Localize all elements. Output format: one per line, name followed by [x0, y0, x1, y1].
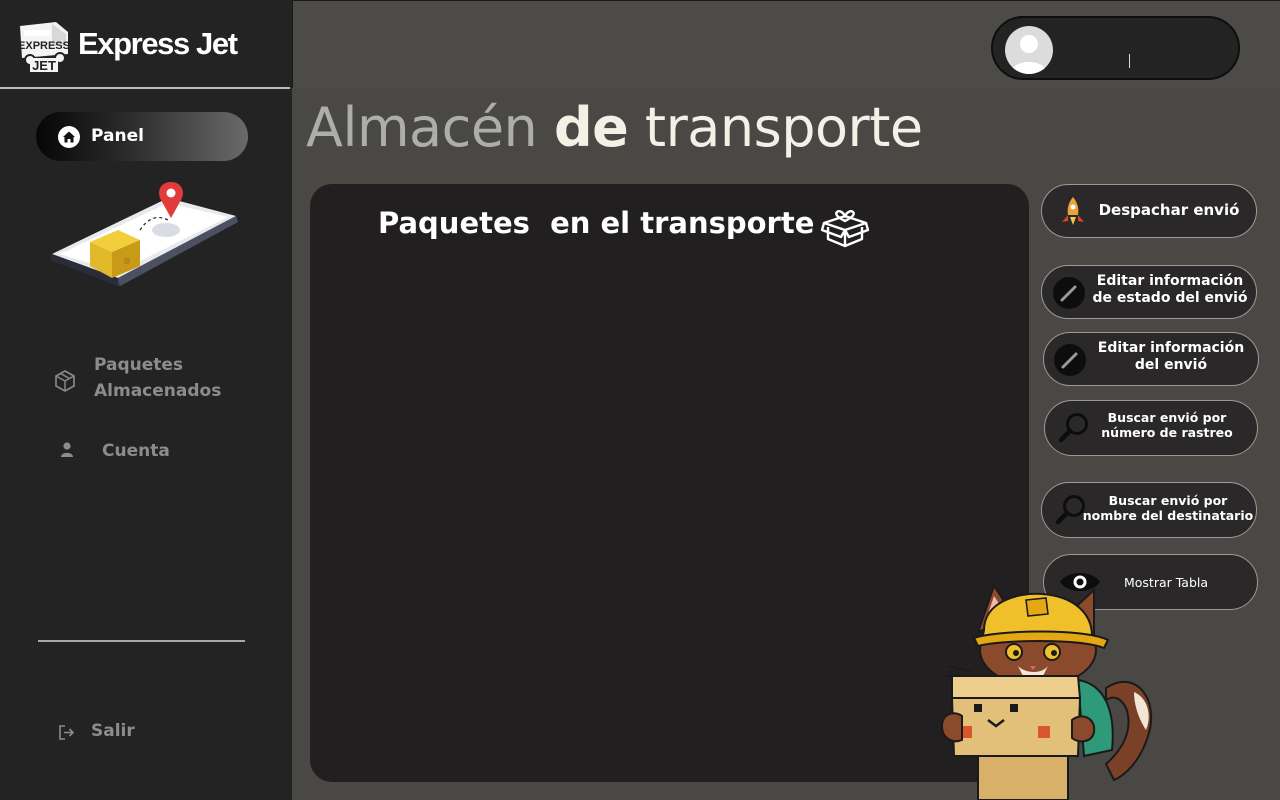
logout-icon [59, 725, 75, 740]
search-name-button-label: Buscar envió por nombre del destinatario [1082, 493, 1254, 523]
sidebar-item-paquetes[interactable]: Paquetes Almacenados [94, 352, 221, 404]
edit-status-button[interactable]: Editar información de estado del envió [1041, 265, 1257, 319]
sidebar-item-paquetes-line2: Almacenados [94, 381, 222, 401]
sidebar-item-panel-label: Panel [91, 126, 144, 146]
sidebar-divider-bottom [38, 640, 245, 642]
dispatch-button-label: Despachar envió [1098, 201, 1240, 219]
svg-text:EXPRESS: EXPRESS [18, 40, 70, 52]
magnifier-icon [1058, 413, 1088, 443]
sidebar-item-panel[interactable]: Panel [36, 112, 248, 161]
svg-text:JET: JET [32, 58, 56, 72]
search-tracking-button-label: Buscar envió por número de rastreo [1101, 410, 1233, 440]
page-title: Almacén de transporte [306, 96, 923, 159]
user-profile[interactable] [991, 16, 1240, 80]
box-icon [55, 370, 75, 392]
gift-box-icon [820, 210, 870, 248]
packages-panel: Paquetes en el transporte [310, 184, 1029, 782]
panel-title: Paquetes en el transporte [378, 206, 815, 240]
user-icon [61, 442, 73, 457]
brand-name: Express Jet [78, 26, 238, 61]
page-title-word-1: Almacén [306, 96, 538, 159]
avatar-icon [1011, 35, 1047, 74]
edit-status-button-label: Editar información de estado del envió [1092, 273, 1248, 306]
pencil-icon [1054, 344, 1086, 376]
sidebar-divider-top [0, 87, 290, 89]
cat-mascot-illustration [940, 583, 1153, 800]
text-cursor [1129, 54, 1130, 68]
edit-info-button-label: Editar información del envió [1097, 340, 1245, 373]
dispatch-button[interactable]: Despachar envió [1041, 184, 1257, 238]
express-jet-logo: EXPRESS JET [18, 22, 70, 72]
rocket-icon [1062, 197, 1084, 225]
search-name-button[interactable]: Buscar envió por nombre del destinatario [1041, 482, 1257, 538]
page-title-word-3: transporte [644, 96, 923, 159]
sidebar-item-cuenta[interactable]: Cuenta [102, 441, 170, 461]
edit-info-button[interactable]: Editar información del envió [1043, 332, 1259, 386]
avatar [1005, 26, 1053, 74]
page-title-word-2: de [553, 96, 629, 159]
search-tracking-button[interactable]: Buscar envió por número de rastreo [1044, 400, 1258, 456]
sidebar: EXPRESS JET Express Jet Panel Paquetes A… [0, 0, 292, 800]
logout-button[interactable]: Salir [91, 721, 135, 741]
phone-delivery-illustration [50, 182, 238, 286]
sidebar-item-paquetes-line1: Paquetes [94, 355, 184, 375]
home-icon [58, 126, 80, 148]
pencil-icon [1053, 277, 1085, 309]
